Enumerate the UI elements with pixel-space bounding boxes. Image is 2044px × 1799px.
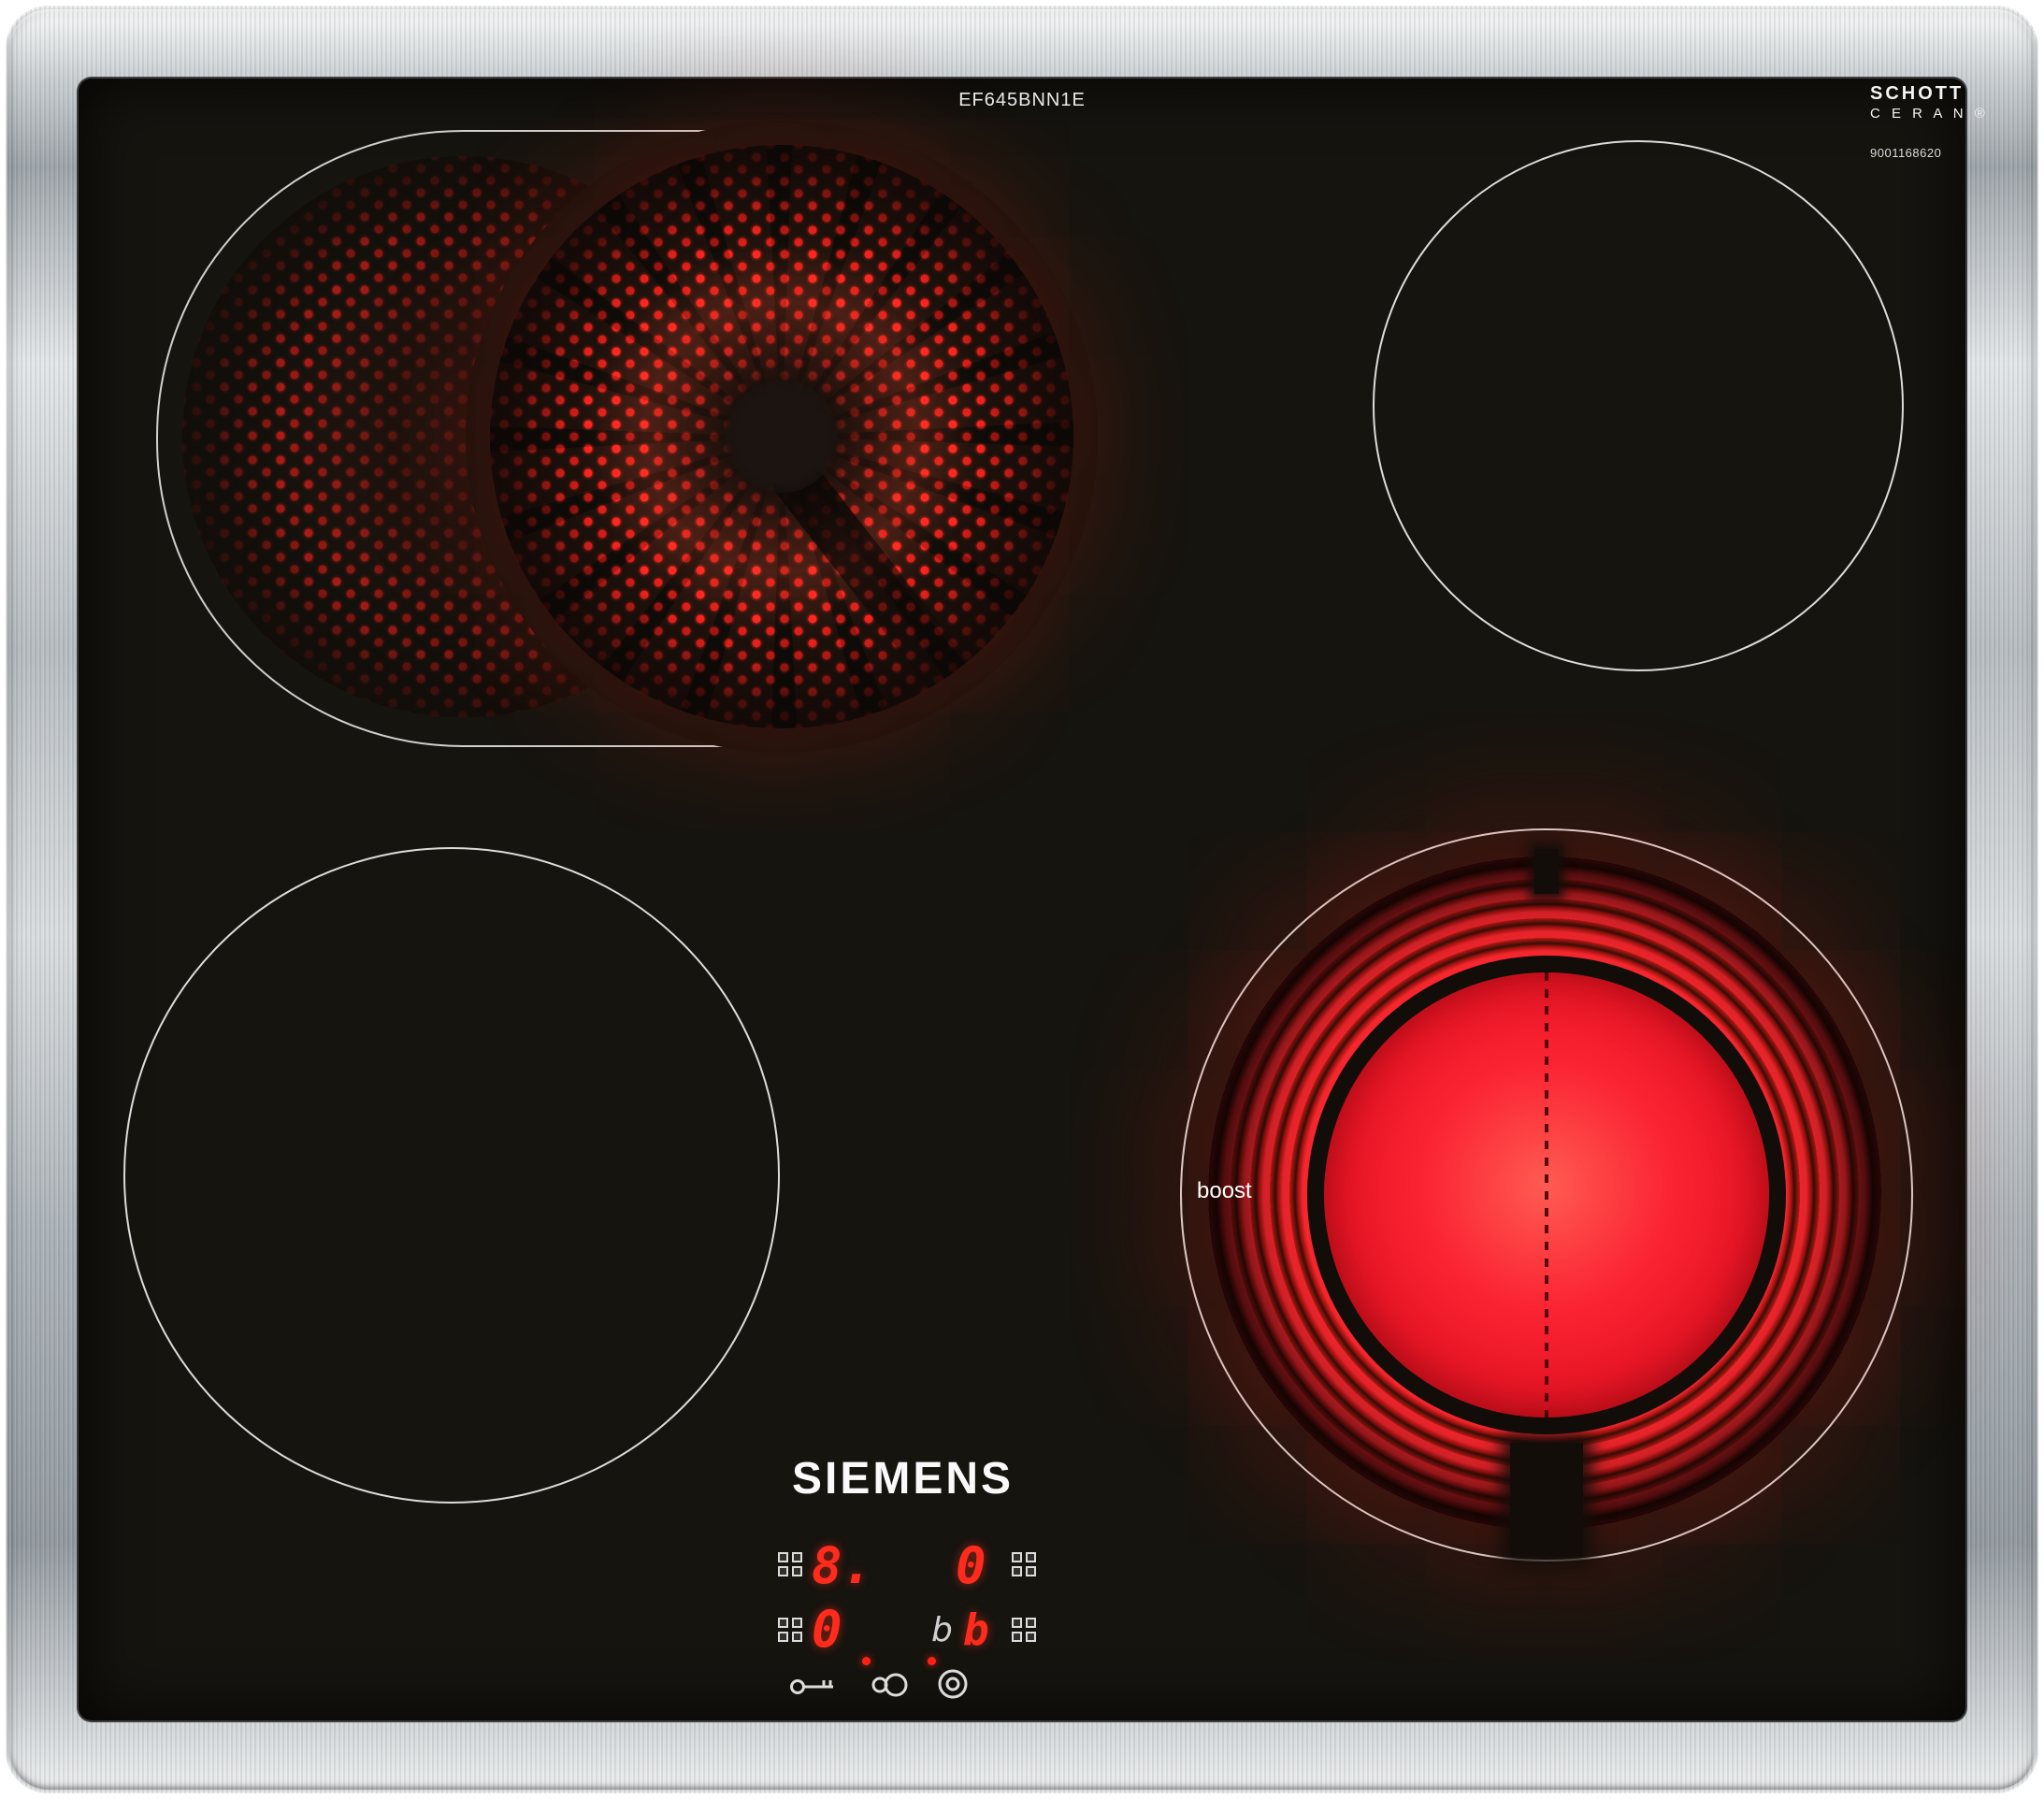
- zone-selector-squares-icon: [778, 1552, 802, 1576]
- front-left-zone-outline: [123, 847, 780, 1504]
- indicator-dot: [862, 1657, 871, 1665]
- zone-selector-squares-icon: [778, 1618, 802, 1642]
- model-number-label: EF645BNN1E: [0, 90, 2044, 111]
- selector-square: [1026, 1566, 1036, 1576]
- dual-zone-button[interactable]: [935, 1666, 971, 1702]
- selector-square: [778, 1618, 788, 1628]
- selector-square: [792, 1632, 802, 1642]
- selector-square: [792, 1618, 802, 1628]
- selector-square: [778, 1552, 788, 1562]
- selector-square: [1012, 1618, 1022, 1628]
- selector-square: [778, 1566, 788, 1576]
- double-ring-icon: [870, 1670, 911, 1700]
- double-ring-button[interactable]: [870, 1670, 911, 1700]
- heating-element-seam: [1545, 972, 1548, 1418]
- selector-square: [1012, 1632, 1022, 1642]
- key-lock-button[interactable]: [788, 1674, 837, 1700]
- key-lock-icon: [788, 1674, 837, 1700]
- display-rear-left: 8.: [812, 1541, 872, 1591]
- rear-left-zone-glow: [490, 145, 1073, 728]
- schott-ceran-logo: SCHOTT C E R A N ®: [1870, 82, 1989, 123]
- boost-label: boost: [1197, 1178, 1252, 1204]
- display-rear-right: 0: [956, 1541, 986, 1591]
- serial-number-label: 9001168620: [1870, 146, 1941, 160]
- indicator-dot: [928, 1657, 936, 1665]
- boost-indicator-letter: b: [931, 1614, 953, 1648]
- selector-square: [1026, 1632, 1036, 1642]
- selector-square: [792, 1552, 802, 1562]
- display-front-right: b: [963, 1608, 989, 1651]
- selector-square: [1012, 1552, 1022, 1562]
- heating-element-stem-shadow: [1510, 1443, 1583, 1557]
- rear-right-zone-outline: [1373, 140, 1904, 671]
- front-right-inner-glow: [1324, 972, 1769, 1418]
- heating-element-hub: [726, 381, 838, 493]
- selector-square: [1026, 1618, 1036, 1628]
- zone-selector-squares-icon: [1012, 1552, 1036, 1576]
- dual-zone-icon: [935, 1666, 971, 1702]
- selector-square: [792, 1566, 802, 1576]
- selector-square: [1012, 1566, 1022, 1576]
- front-right-zone: boost: [1180, 828, 1913, 1562]
- schott-logo-line2: C E R A N ®: [1870, 106, 1989, 123]
- display-front-left: 0: [812, 1605, 842, 1655]
- zone-selector-squares-icon: [1012, 1618, 1036, 1642]
- schott-logo-line1: SCHOTT: [1870, 82, 1989, 106]
- selector-square: [1026, 1552, 1036, 1562]
- heating-element-notch-shadow: [1534, 849, 1559, 894]
- selector-square: [778, 1632, 788, 1642]
- brand-logo: SIEMENS: [792, 1453, 1014, 1504]
